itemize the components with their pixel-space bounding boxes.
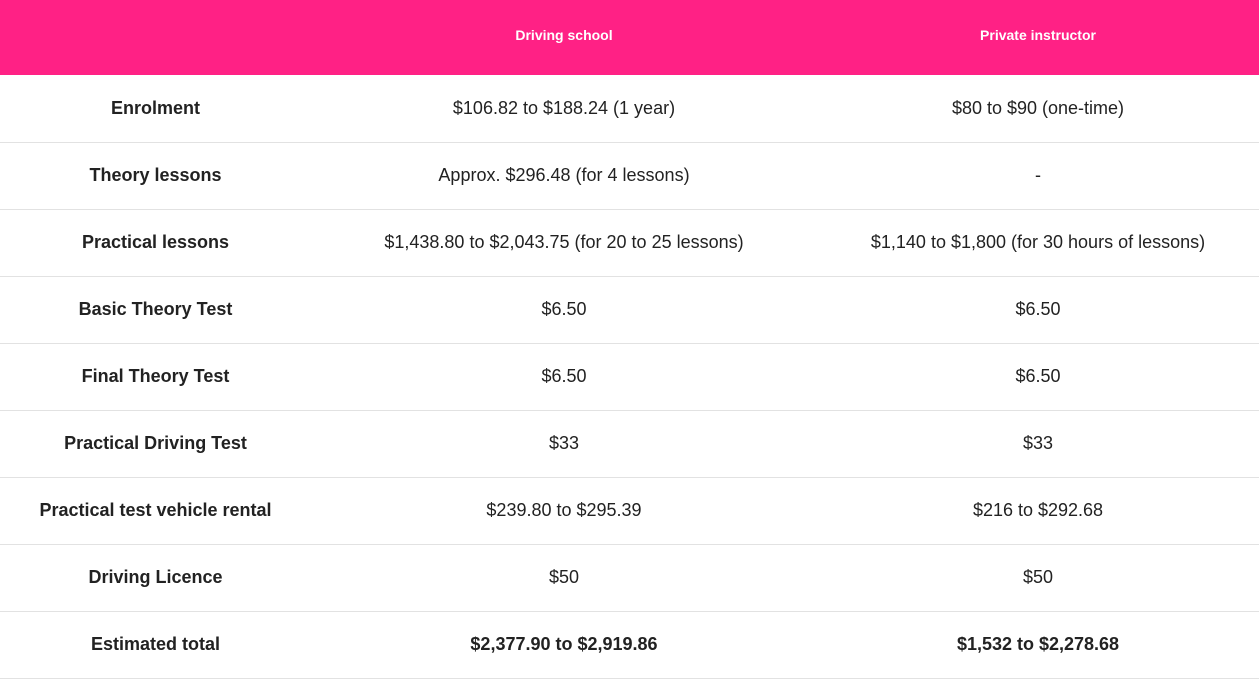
row-label: Driving Licence [0, 544, 311, 612]
row-label: Practical lessons [0, 209, 311, 277]
table-body: Enrolment $106.82 to $188.24 (1 year) $8… [0, 75, 1259, 679]
driving-school-cost: $106.82 to $188.24 (1 year) [311, 75, 817, 143]
driving-school-total: $2,377.90 to $2,919.86 [311, 611, 817, 679]
private-instructor-total: $1,532 to $2,278.68 [817, 611, 1259, 679]
private-instructor-cost: $50 [817, 544, 1259, 612]
table-row-driving-licence: Driving Licence $50 $50 [0, 544, 1259, 612]
table-row-vehicle-rental: Practical test vehicle rental $239.80 to… [0, 477, 1259, 545]
header-private-instructor: Private instructor [980, 26, 1096, 43]
header-row: Driving school Private instructor [0, 0, 1259, 75]
row-label: Enrolment [0, 75, 311, 143]
row-label: Practical test vehicle rental [0, 477, 311, 545]
cost-comparison-table: Driving school Private instructor Enrolm… [0, 0, 1259, 679]
table-row-practical-lessons: Practical lessons $1,438.80 to $2,043.75… [0, 209, 1259, 277]
private-instructor-cost: $1,140 to $1,800 (for 30 hours of lesson… [817, 209, 1259, 277]
driving-school-cost: $6.50 [311, 276, 817, 344]
driving-school-cost: $239.80 to $295.39 [311, 477, 817, 545]
driving-school-cost: $1,438.80 to $2,043.75 (for 20 to 25 les… [311, 209, 817, 277]
private-instructor-cost: $6.50 [817, 276, 1259, 344]
row-label: Estimated total [0, 611, 311, 679]
table-row-theory-lessons: Theory lessons Approx. $296.48 (for 4 le… [0, 142, 1259, 210]
driving-school-cost: $6.50 [311, 343, 817, 411]
private-instructor-cost: $6.50 [817, 343, 1259, 411]
row-label: Final Theory Test [0, 343, 311, 411]
table-row-estimated-total: Estimated total $2,377.90 to $2,919.86 $… [0, 611, 1259, 679]
header-driving-school: Driving school [515, 26, 613, 43]
table-row-enrolment: Enrolment $106.82 to $188.24 (1 year) $8… [0, 75, 1259, 143]
table-row-practical-driving-test: Practical Driving Test $33 $33 [0, 410, 1259, 478]
private-instructor-cost: - [817, 142, 1259, 210]
row-label: Theory lessons [0, 142, 311, 210]
driving-school-cost: Approx. $296.48 (for 4 lessons) [311, 142, 817, 210]
table-row-final-theory-test: Final Theory Test $6.50 $6.50 [0, 343, 1259, 411]
private-instructor-cost: $80 to $90 (one-time) [817, 75, 1259, 143]
driving-school-cost: $50 [311, 544, 817, 612]
header-empty-cell [0, 0, 311, 75]
private-instructor-cost: $33 [817, 410, 1259, 478]
row-label: Basic Theory Test [0, 276, 311, 344]
row-label: Practical Driving Test [0, 410, 311, 478]
table-row-basic-theory-test: Basic Theory Test $6.50 $6.50 [0, 276, 1259, 344]
driving-school-cost: $33 [311, 410, 817, 478]
private-instructor-cost: $216 to $292.68 [817, 477, 1259, 545]
table-header: Driving school Private instructor [0, 0, 1259, 75]
